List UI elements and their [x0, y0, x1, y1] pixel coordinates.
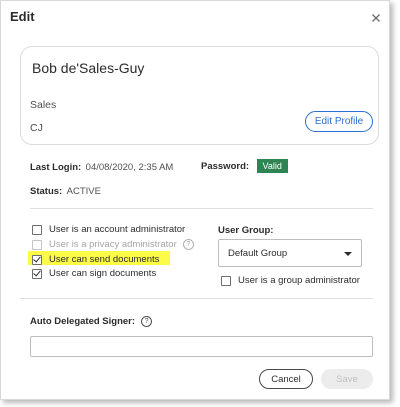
divider [30, 208, 373, 209]
group-admin-label: User is a group administrator [238, 275, 360, 286]
permission-privacy-admin: User is a privacy administrator ? [32, 239, 194, 250]
permission-label: User can sign documents [49, 268, 157, 279]
status-row: Status: ACTIVE [30, 181, 101, 199]
edit-dialog: Edit Bob de'Sales-Guy Sales CJ Edit Prof… [0, 0, 390, 400]
permission-send-documents[interactable]: User can send documents [32, 254, 159, 265]
profile-card: Bob de'Sales-Guy Sales CJ Edit Profile [20, 46, 379, 145]
help-icon[interactable]: ? [141, 316, 153, 327]
chevron-down-icon [344, 252, 352, 256]
checkbox[interactable] [32, 268, 42, 279]
password-label: Password: [201, 161, 250, 172]
checkbox[interactable] [221, 275, 231, 286]
password-status-badge: Valid [256, 159, 288, 173]
delegated-signer-row: Auto Delegated Signer: ? [30, 316, 153, 327]
permission-label: User is a privacy administrator [49, 239, 177, 250]
checkbox[interactable] [32, 254, 42, 265]
cancel-button[interactable]: Cancel [259, 369, 313, 389]
permission-label: User can send documents [49, 254, 160, 265]
help-icon[interactable]: ? [182, 239, 194, 250]
password-row: Password: Valid [201, 156, 288, 174]
last-login-label: Last Login: [30, 162, 82, 173]
user-group-select[interactable]: Default Group [218, 239, 362, 267]
user-department: Sales [30, 99, 57, 111]
status-label: Status: [30, 186, 63, 197]
dialog-title: Edit [10, 9, 35, 24]
user-group-label: User Group: [218, 225, 274, 236]
checkbox[interactable] [32, 224, 42, 235]
delegated-signer-label: Auto Delegated Signer: [30, 316, 136, 327]
edit-profile-button[interactable]: Edit Profile [305, 111, 373, 132]
group-admin-option[interactable]: User is a group administrator [221, 275, 360, 286]
last-login-row: Last Login: 04/08/2020, 2:35 AM [30, 157, 173, 175]
close-icon[interactable] [369, 11, 383, 25]
status-value: ACTIVE [66, 186, 101, 197]
permission-account-admin[interactable]: User is an account administrator [32, 224, 185, 235]
save-button[interactable]: Save [321, 369, 373, 389]
permission-label: User is an account administrator [49, 224, 186, 235]
delegated-signer-input[interactable] [30, 336, 373, 357]
last-login-value: 04/08/2020, 2:35 AM [85, 162, 174, 173]
checkbox [32, 239, 42, 250]
user-group-selected: Default Group [228, 247, 288, 259]
permission-sign-documents[interactable]: User can sign documents [32, 268, 156, 279]
divider [20, 298, 373, 299]
user-initials: CJ [30, 122, 43, 134]
user-name: Bob de'Sales-Guy [32, 60, 145, 76]
